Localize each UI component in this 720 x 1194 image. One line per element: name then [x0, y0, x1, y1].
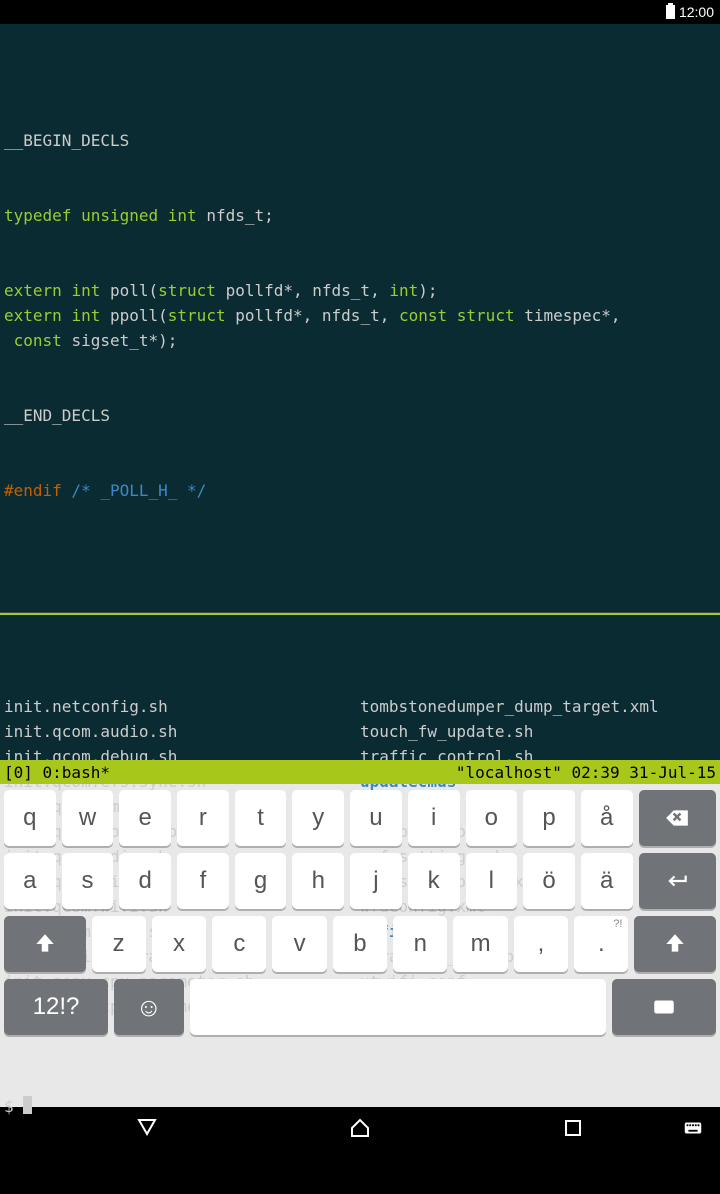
key-y[interactable]: y: [292, 790, 344, 846]
code-line: __END_DECLS: [4, 406, 110, 425]
key-period[interactable]: .?!: [574, 916, 628, 972]
key-z[interactable]: z: [92, 916, 146, 972]
cursor: [23, 1096, 32, 1114]
key-space[interactable]: [190, 979, 606, 1035]
key-c[interactable]: c: [212, 916, 266, 972]
key-e[interactable]: e: [119, 790, 171, 846]
key-s[interactable]: s: [62, 853, 114, 909]
key-r[interactable]: r: [177, 790, 229, 846]
key-comma[interactable]: ,: [514, 916, 568, 972]
tmux-right: "localhost" 02:39 31-Jul-15: [456, 760, 716, 785]
key-row-3: zxcvbnm,.?!: [4, 916, 716, 972]
battery-icon: [666, 5, 675, 19]
key-ä[interactable]: ä: [581, 853, 633, 909]
key-g[interactable]: g: [235, 853, 287, 909]
nav-ime-switch[interactable]: [682, 1117, 704, 1143]
key-b[interactable]: b: [333, 916, 387, 972]
file-entry: tombstonedumper_dump_target.xml: [360, 694, 716, 719]
code-block: __BEGIN_DECLS typedef unsigned int nfds_…: [4, 78, 716, 534]
tmux-status-bar: [0] 0:bash* "localhost" 02:39 31-Jul-15: [0, 760, 720, 784]
key-d[interactable]: d: [119, 853, 171, 909]
key-j[interactable]: j: [350, 853, 402, 909]
key-k[interactable]: k: [408, 853, 460, 909]
key-enter[interactable]: [639, 853, 717, 909]
tmux-left: [0] 0:bash*: [4, 760, 110, 785]
key-ö[interactable]: ö: [523, 853, 575, 909]
key-n[interactable]: n: [393, 916, 447, 972]
shell-prompt[interactable]: $: [4, 1094, 716, 1119]
key-u[interactable]: u: [350, 790, 402, 846]
key-p[interactable]: p: [523, 790, 575, 846]
key-input-method[interactable]: [612, 979, 716, 1035]
key-w[interactable]: w: [62, 790, 114, 846]
key-row-1: qwertyuiopå: [4, 790, 716, 846]
file-entry: touch_fw_update.sh: [360, 719, 716, 744]
file-entry: init.qcom.audio.sh: [4, 719, 360, 744]
key-x[interactable]: x: [152, 916, 206, 972]
key-shift-right[interactable]: [634, 916, 716, 972]
code-line: __BEGIN_DECLS: [4, 131, 129, 150]
kw: typedef: [4, 206, 71, 225]
key-t[interactable]: t: [235, 790, 287, 846]
pane-divider: [0, 613, 720, 615]
key-o[interactable]: o: [466, 790, 518, 846]
terminal[interactable]: __BEGIN_DECLS typedef unsigned int nfds_…: [0, 24, 720, 784]
key-f[interactable]: f: [177, 853, 229, 909]
file-entry: init.netconfig.sh: [4, 694, 360, 719]
key-q[interactable]: q: [4, 790, 56, 846]
status-bar: 12:00: [0, 0, 720, 24]
key-backspace[interactable]: [639, 790, 717, 846]
key-v[interactable]: v: [272, 916, 326, 972]
key-m[interactable]: m: [453, 916, 507, 972]
key-i[interactable]: i: [408, 790, 460, 846]
key-row-2: asdfghjklöä: [4, 853, 716, 909]
key-l[interactable]: l: [466, 853, 518, 909]
key-symbols[interactable]: 12!?: [4, 979, 108, 1035]
key-emoji[interactable]: ☺: [114, 979, 183, 1035]
status-time: 12:00: [679, 4, 714, 20]
key-shift-left[interactable]: [4, 916, 86, 972]
key-a[interactable]: a: [4, 853, 56, 909]
key-å[interactable]: å: [581, 790, 633, 846]
key-h[interactable]: h: [292, 853, 344, 909]
